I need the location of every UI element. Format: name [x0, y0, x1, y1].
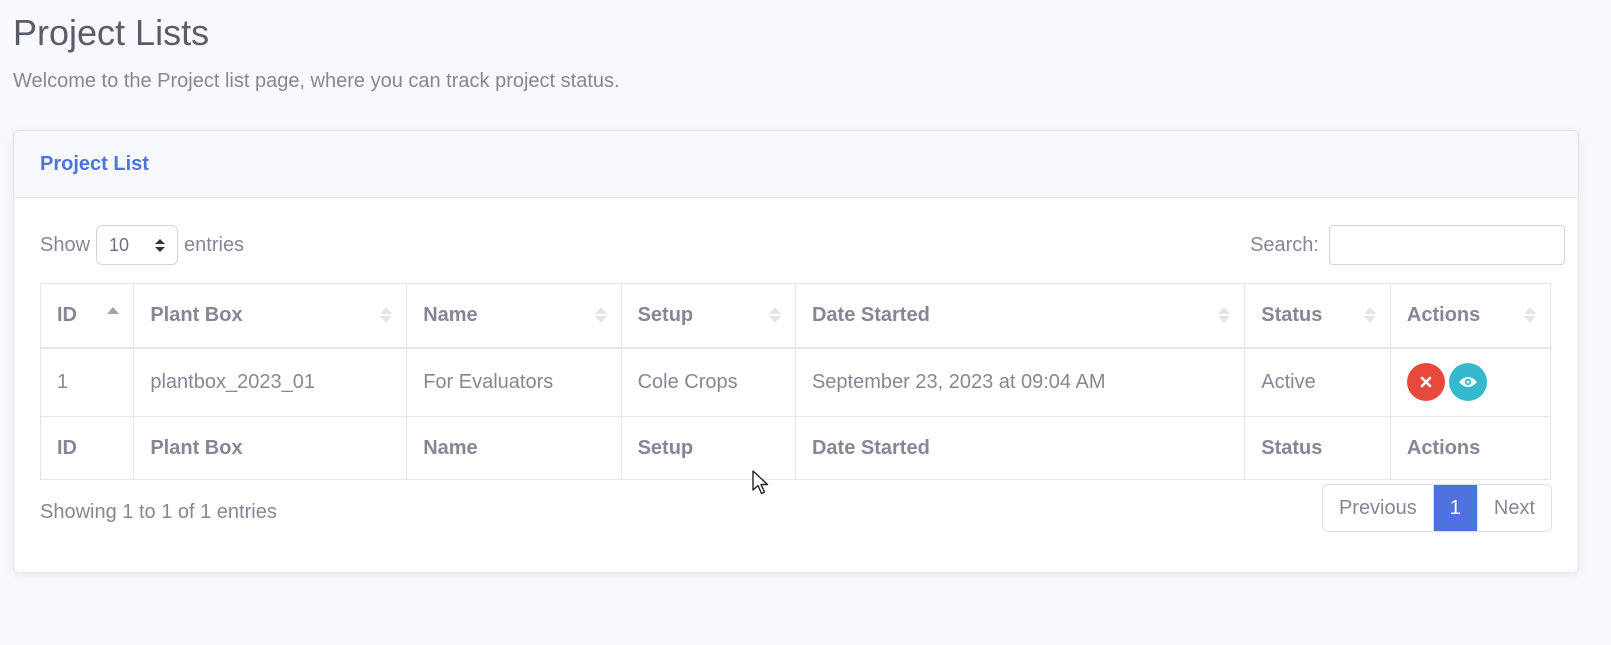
- delete-icon: [1420, 376, 1432, 388]
- column-header-name[interactable]: Name: [406, 283, 622, 349]
- select-arrows-icon: [155, 238, 166, 252]
- cell-date-started: September 23, 2023 at 09:04 AM: [794, 347, 1246, 417]
- entries-label: entries: [184, 233, 245, 256]
- table-header-row: ID Plant Box Name Setup Date Started Sta…: [39, 283, 1552, 349]
- cell-status: Active: [1244, 347, 1391, 417]
- card-title: Project List: [40, 152, 149, 175]
- search-label: Search:: [1250, 233, 1319, 256]
- footer-status: Status: [1244, 416, 1391, 480]
- table-controls: Show 10 entries Search:: [40, 225, 1565, 265]
- mouse-cursor-icon: [752, 470, 769, 495]
- page-subtitle: Welcome to the Project list page, where …: [13, 70, 620, 92]
- view-button[interactable]: [1448, 363, 1487, 402]
- page-title: Project Lists: [13, 12, 210, 53]
- column-header-id[interactable]: ID: [39, 283, 135, 349]
- cell-id: 1: [39, 347, 135, 417]
- cell-setup: Cole Crops: [620, 347, 796, 417]
- sort-icon: [1524, 307, 1536, 324]
- next-button[interactable]: Next: [1476, 485, 1551, 531]
- table-row: 1 plantbox_2023_01 For Evaluators Cole C…: [39, 347, 1552, 417]
- cell-plant-box: plantbox_2023_01: [133, 347, 408, 417]
- search-control: Search:: [1250, 225, 1565, 265]
- table-info: Showing 1 to 1 of 1 entries: [40, 501, 277, 523]
- footer-date-started: Date Started: [794, 416, 1246, 480]
- table-footer-row: ID Plant Box Name Setup Date Started Sta…: [39, 416, 1552, 480]
- page-length-control: Show 10 entries: [40, 225, 244, 265]
- footer-id: ID: [39, 416, 135, 480]
- sort-icon: [1218, 307, 1231, 324]
- sort-icon: [380, 307, 393, 324]
- column-header-actions[interactable]: Actions: [1389, 283, 1552, 349]
- footer-plant-box: Plant Box: [133, 416, 408, 480]
- cell-actions: [1389, 347, 1552, 417]
- sort-icon: [1363, 307, 1376, 324]
- cell-name: For Evaluators: [406, 347, 622, 417]
- previous-button[interactable]: Previous: [1322, 485, 1433, 531]
- project-list-card: Project List Show 10 entries Search: ID …: [13, 130, 1579, 573]
- projects-table: ID Plant Box Name Setup Date Started Sta…: [39, 283, 1552, 480]
- pagination: Previous 1 Next: [1321, 484, 1552, 532]
- column-header-status[interactable]: Status: [1244, 283, 1391, 349]
- eye-icon: [1458, 377, 1477, 388]
- search-input[interactable]: [1329, 225, 1565, 265]
- footer-name: Name: [406, 416, 622, 480]
- sort-icon: [594, 307, 607, 324]
- sort-asc-icon: [107, 307, 120, 323]
- column-header-setup[interactable]: Setup: [620, 283, 796, 349]
- card-header: Project List: [14, 131, 1578, 198]
- footer-actions: Actions: [1389, 416, 1552, 480]
- page-length-select[interactable]: 10: [96, 225, 179, 265]
- column-header-plant-box[interactable]: Plant Box: [133, 283, 408, 349]
- sort-icon: [768, 307, 781, 324]
- show-label: Show: [40, 233, 91, 256]
- page-length-value: 10: [109, 234, 130, 255]
- page-button-1[interactable]: 1: [1432, 485, 1477, 531]
- delete-button[interactable]: [1406, 363, 1445, 402]
- column-header-date-started[interactable]: Date Started: [794, 283, 1246, 349]
